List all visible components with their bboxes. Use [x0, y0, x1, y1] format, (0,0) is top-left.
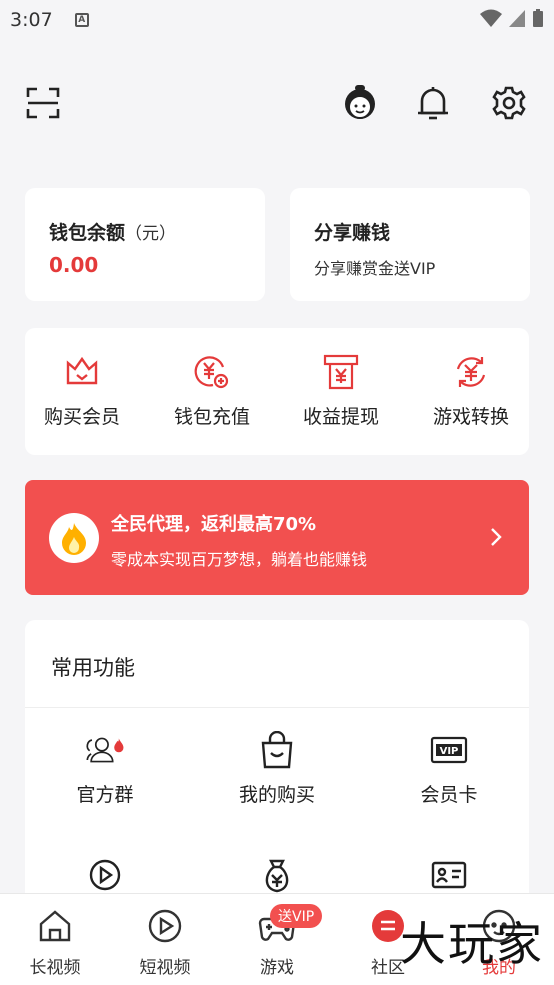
watermark-logo: 大玩家 — [400, 917, 544, 971]
withdraw-icon — [321, 352, 361, 392]
quick-action-label: 钱包充值 — [173, 406, 250, 428]
quick-actions-card: 购买会员 钱包充值 收益提现 游戏转换 — [25, 328, 529, 455]
exchange-icon — [451, 352, 491, 392]
tab-label: 长视频 — [29, 958, 81, 978]
banner-subtitle: 零成本实现百万梦想，躺着也能赚钱 — [111, 550, 368, 569]
function-vip-card[interactable]: VIP 会员卡 — [369, 730, 529, 807]
bell-icon[interactable] — [414, 84, 452, 122]
function-official-group[interactable]: 官方群 — [25, 730, 185, 807]
function-id-card[interactable] — [369, 855, 529, 895]
banner-title: 全民代理，返利最高70% — [111, 514, 317, 535]
top-bar — [0, 80, 554, 130]
quick-action-game-convert[interactable]: 游戏转换 — [406, 352, 536, 429]
function-label: 我的购买 — [238, 784, 315, 806]
svg-text:VIP: VIP — [440, 746, 459, 757]
quick-action-withdraw[interactable]: 收益提现 — [276, 352, 406, 429]
quick-action-label: 收益提现 — [302, 406, 379, 428]
video-circle-icon — [85, 855, 125, 895]
vip-card-icon: VIP — [429, 730, 469, 770]
function-money-bag[interactable] — [197, 855, 357, 895]
money-bag-icon — [257, 855, 297, 895]
group-fire-icon — [85, 730, 125, 770]
function-label: 会员卡 — [420, 784, 478, 806]
common-functions-card: 常用功能 官方群 我的购买 VIP 会员卡 — [25, 620, 529, 920]
section-title: 常用功能 — [51, 656, 135, 680]
tab-short-video[interactable]: 短视频 — [120, 906, 210, 978]
play-circle-icon — [145, 906, 185, 946]
vip-gift-badge: 送VIP — [270, 904, 323, 928]
chevron-right-icon — [489, 526, 503, 552]
tab-label: 游戏 — [260, 958, 294, 978]
notification-a-icon: A — [74, 13, 89, 27]
quick-action-label: 购买会员 — [43, 406, 120, 428]
quick-action-recharge[interactable]: 钱包充值 — [147, 352, 277, 429]
house-icon — [35, 906, 75, 946]
yen-plus-icon — [192, 352, 232, 392]
tab-long-video[interactable]: 长视频 — [10, 906, 100, 978]
quick-action-label: 游戏转换 — [432, 406, 509, 428]
divider — [25, 707, 529, 708]
agent-promo-banner[interactable]: 全民代理，返利最高70% 零成本实现百万梦想，躺着也能赚钱 — [25, 480, 529, 595]
signal-icon — [509, 10, 525, 27]
battery-icon — [533, 9, 543, 27]
tab-label: 短视频 — [139, 958, 191, 978]
function-video[interactable] — [25, 855, 185, 895]
share-title: 分享赚钱 — [314, 222, 391, 244]
wifi-icon — [480, 9, 502, 27]
wallet-balance-card[interactable]: 钱包余额（元） 0.00 — [25, 188, 265, 301]
shopping-bag-icon — [257, 730, 297, 770]
crown-icon — [62, 352, 102, 392]
wallet-unit: （元） — [125, 224, 177, 244]
wallet-balance-value: 0.00 — [49, 253, 99, 277]
share-subtitle: 分享赚赏金送VIP — [314, 259, 436, 278]
status-time: 3:07 — [10, 9, 53, 31]
wallet-title: 钱包余额（元） — [49, 222, 177, 244]
scan-icon[interactable] — [24, 84, 62, 122]
flame-icon — [49, 513, 99, 563]
status-bar: 3:07 A — [0, 0, 554, 40]
function-label: 官方群 — [76, 784, 134, 806]
quick-action-buy-vip[interactable]: 购买会员 — [17, 352, 147, 429]
function-my-purchases[interactable]: 我的购买 — [197, 730, 357, 807]
customer-service-icon[interactable] — [340, 82, 380, 124]
gear-icon[interactable] — [490, 84, 528, 122]
status-indicators — [480, 8, 544, 28]
id-card-icon — [429, 855, 469, 895]
share-earn-card[interactable]: 分享赚钱 分享赚赏金送VIP — [290, 188, 530, 301]
